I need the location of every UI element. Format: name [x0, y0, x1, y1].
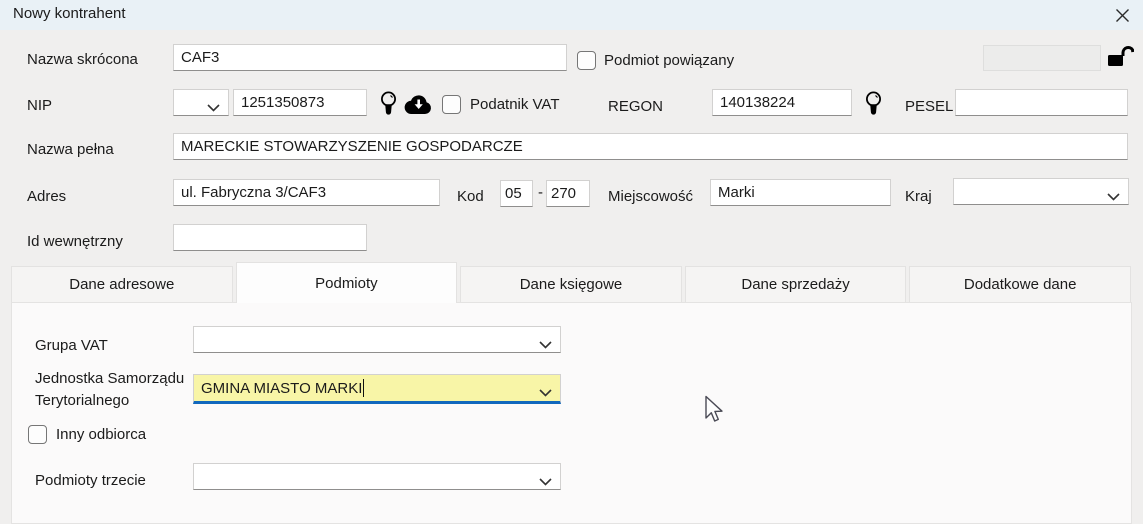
podmiot-powiazany-label: Podmiot powiązany — [604, 52, 735, 69]
kod-input-1[interactable] — [500, 180, 533, 207]
nazwa-pelna-label: Nazwa pełna — [27, 141, 114, 158]
id-wewnetrzny-input[interactable] — [173, 224, 367, 251]
lightbulb-icon[interactable] — [379, 90, 398, 117]
nazwa-skrocona-input[interactable] — [173, 44, 567, 71]
nazwa-skrocona-label: Nazwa skrócona — [27, 51, 138, 68]
miejscowosc-input[interactable] — [710, 179, 891, 206]
inny-odbiorca-label: Inny odbiorca — [56, 426, 147, 443]
chevron-down-icon — [1107, 188, 1120, 205]
kraj-combo[interactable] — [953, 178, 1129, 205]
title-bar: Nowy kontrahent — [0, 0, 1143, 30]
chevron-down-icon — [539, 336, 552, 353]
window-title: Nowy kontrahent — [13, 5, 126, 22]
inny-odbiorca-checkbox[interactable] — [28, 425, 47, 444]
open-padlock-icon[interactable] — [1106, 43, 1135, 70]
regon-input[interactable] — [712, 89, 852, 116]
podmioty-trzecie-label: Podmioty trzecie — [35, 472, 146, 489]
kod-label: Kod — [457, 188, 484, 205]
podmioty-tab-panel — [11, 302, 1132, 524]
jednostka-samorzadu-combo[interactable]: GMINA MIASTO MARKI — [193, 374, 561, 404]
regon-label: REGON — [608, 98, 664, 115]
pesel-label: PESEL — [905, 98, 954, 115]
podmioty-trzecie-combo[interactable] — [193, 463, 561, 490]
text-caret — [363, 379, 365, 397]
kraj-label: Kraj — [905, 188, 932, 205]
jednostka-samorzadu-value: GMINA MIASTO MARKI — [201, 379, 363, 397]
kod-separator: - — [538, 184, 543, 201]
pesel-input[interactable] — [955, 89, 1128, 116]
nazwa-pelna-input[interactable] — [173, 133, 1128, 160]
podatnik-vat-label: Podatnik VAT — [470, 96, 560, 113]
tab-dodatkowe-dane[interactable]: Dodatkowe dane — [909, 266, 1131, 303]
nip-label: NIP — [27, 97, 53, 114]
tab-dane-ksiegowe[interactable]: Dane księgowe — [460, 266, 682, 303]
podatnik-vat-checkbox[interactable] — [442, 95, 461, 114]
nip-input[interactable] — [233, 89, 367, 116]
nip-prefix-combo[interactable] — [173, 89, 229, 116]
jednostka-samorzadu-label: Jednostka Samorządu Terytorialnego — [35, 370, 185, 409]
grupa-vat-label: Grupa VAT — [35, 337, 108, 354]
tab-dane-sprzedazy[interactable]: Dane sprzedaży — [684, 266, 907, 303]
locked-field-input — [983, 45, 1101, 71]
chevron-down-icon — [539, 473, 552, 490]
miejscowosc-label: Miejscowość — [608, 188, 694, 205]
kod-input-2[interactable] — [546, 180, 590, 207]
chevron-down-icon — [207, 99, 220, 116]
adres-input[interactable] — [173, 179, 440, 206]
adres-label: Adres — [27, 188, 67, 205]
lightbulb-icon[interactable] — [864, 90, 883, 117]
id-wewnetrzny-label: Id wewnętrzny — [27, 233, 123, 250]
tab-podmioty[interactable]: Podmioty — [235, 262, 458, 303]
close-icon[interactable] — [1113, 6, 1131, 24]
podmiot-powiazany-checkbox[interactable] — [577, 51, 596, 70]
chevron-down-icon — [539, 384, 552, 401]
tab-bar: Dane adresowe Podmioty Dane księgowe Dan… — [11, 262, 1131, 303]
cloud-download-icon[interactable] — [404, 94, 433, 115]
grupa-vat-combo[interactable] — [193, 326, 561, 353]
tab-dane-adresowe[interactable]: Dane adresowe — [11, 266, 233, 303]
